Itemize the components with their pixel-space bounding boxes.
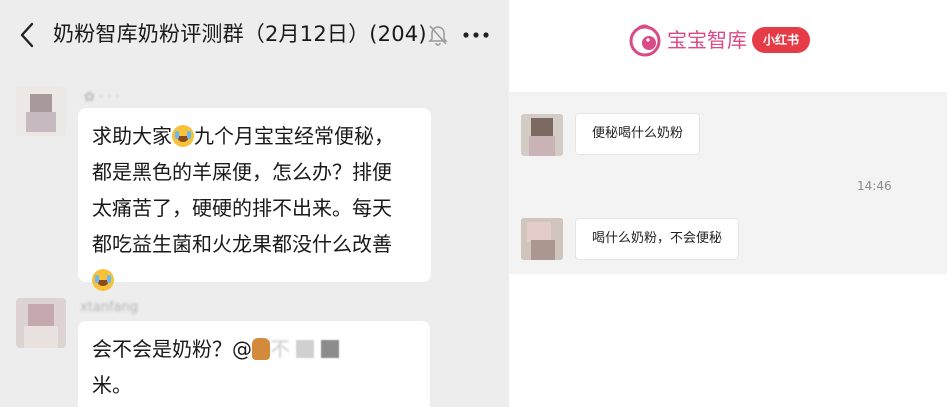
avatar[interactable] (16, 86, 66, 136)
chat-header: 奶粉智库奶粉评测群（2月12日）(204) (0, 0, 509, 76)
sender-name: ✿ · · · (84, 90, 120, 105)
masked-block (320, 340, 339, 358)
timestamp: 14:46 (857, 179, 892, 193)
wechat-chat-panel: 奶粉智库奶粉评测群（2月12日）(204) ✿ · · · 求助大家 九个月宝宝经… (0, 0, 509, 407)
bear-emoji-icon (252, 338, 270, 360)
chat-title: 奶粉智库奶粉评测群（2月12日）(204) (53, 22, 427, 46)
message-line: 太痛苦了，硬硬的排不出来。每天 (92, 196, 392, 220)
message-line: 都吃益生菌和火龙果都没什么改善 (92, 232, 392, 256)
avatar[interactable] (521, 114, 563, 156)
crying-emoji-icon (172, 125, 194, 147)
avatar[interactable] (521, 218, 563, 260)
message-line: 都是黑色的羊屎便，怎么办？排便 (92, 160, 392, 184)
brand-header: 宝宝智库 小红书 (509, 0, 947, 92)
xiaohongshu-badge: 小红书 (752, 27, 810, 53)
avatar[interactable] (16, 298, 66, 348)
mute-bell-icon (428, 25, 448, 46)
back-arrow-icon[interactable] (18, 21, 36, 49)
masked-block (296, 340, 315, 358)
message-line: 求助大家 九个月宝宝经常便秘， (92, 124, 394, 148)
sender-name: xtanfang (80, 300, 139, 315)
blank-area (509, 274, 947, 407)
brand-name: 宝宝智库 (667, 28, 747, 52)
message-bubble[interactable]: 喝什么奶粉，不会便秘 (575, 218, 740, 260)
baby-logo-icon (629, 24, 661, 57)
more-dots-icon[interactable] (462, 31, 490, 39)
message-line (92, 262, 417, 298)
message-line: 会不会是奶粉？@ 不 (92, 331, 416, 367)
message-bubble[interactable]: 便秘喝什么奶粉 (575, 113, 701, 155)
xhs-chat-panel: 便秘喝什么奶粉 14:46 喝什么奶粉，不会便秘 (509, 92, 947, 274)
crying-emoji-icon (92, 269, 114, 291)
message-bubble[interactable]: 会不会是奶粉？@ 不 米。 (78, 321, 430, 407)
message-line: 米。 (92, 373, 132, 397)
message-bubble[interactable]: 求助大家 九个月宝宝经常便秘， 都是黑色的羊屎便，怎么办？排便 太痛苦了，硬硬的排… (78, 108, 431, 291)
screenshot-frame: 奶粉智库奶粉评测群（2月12日）(204) ✿ · · · 求助大家 九个月宝宝经… (0, 0, 947, 407)
